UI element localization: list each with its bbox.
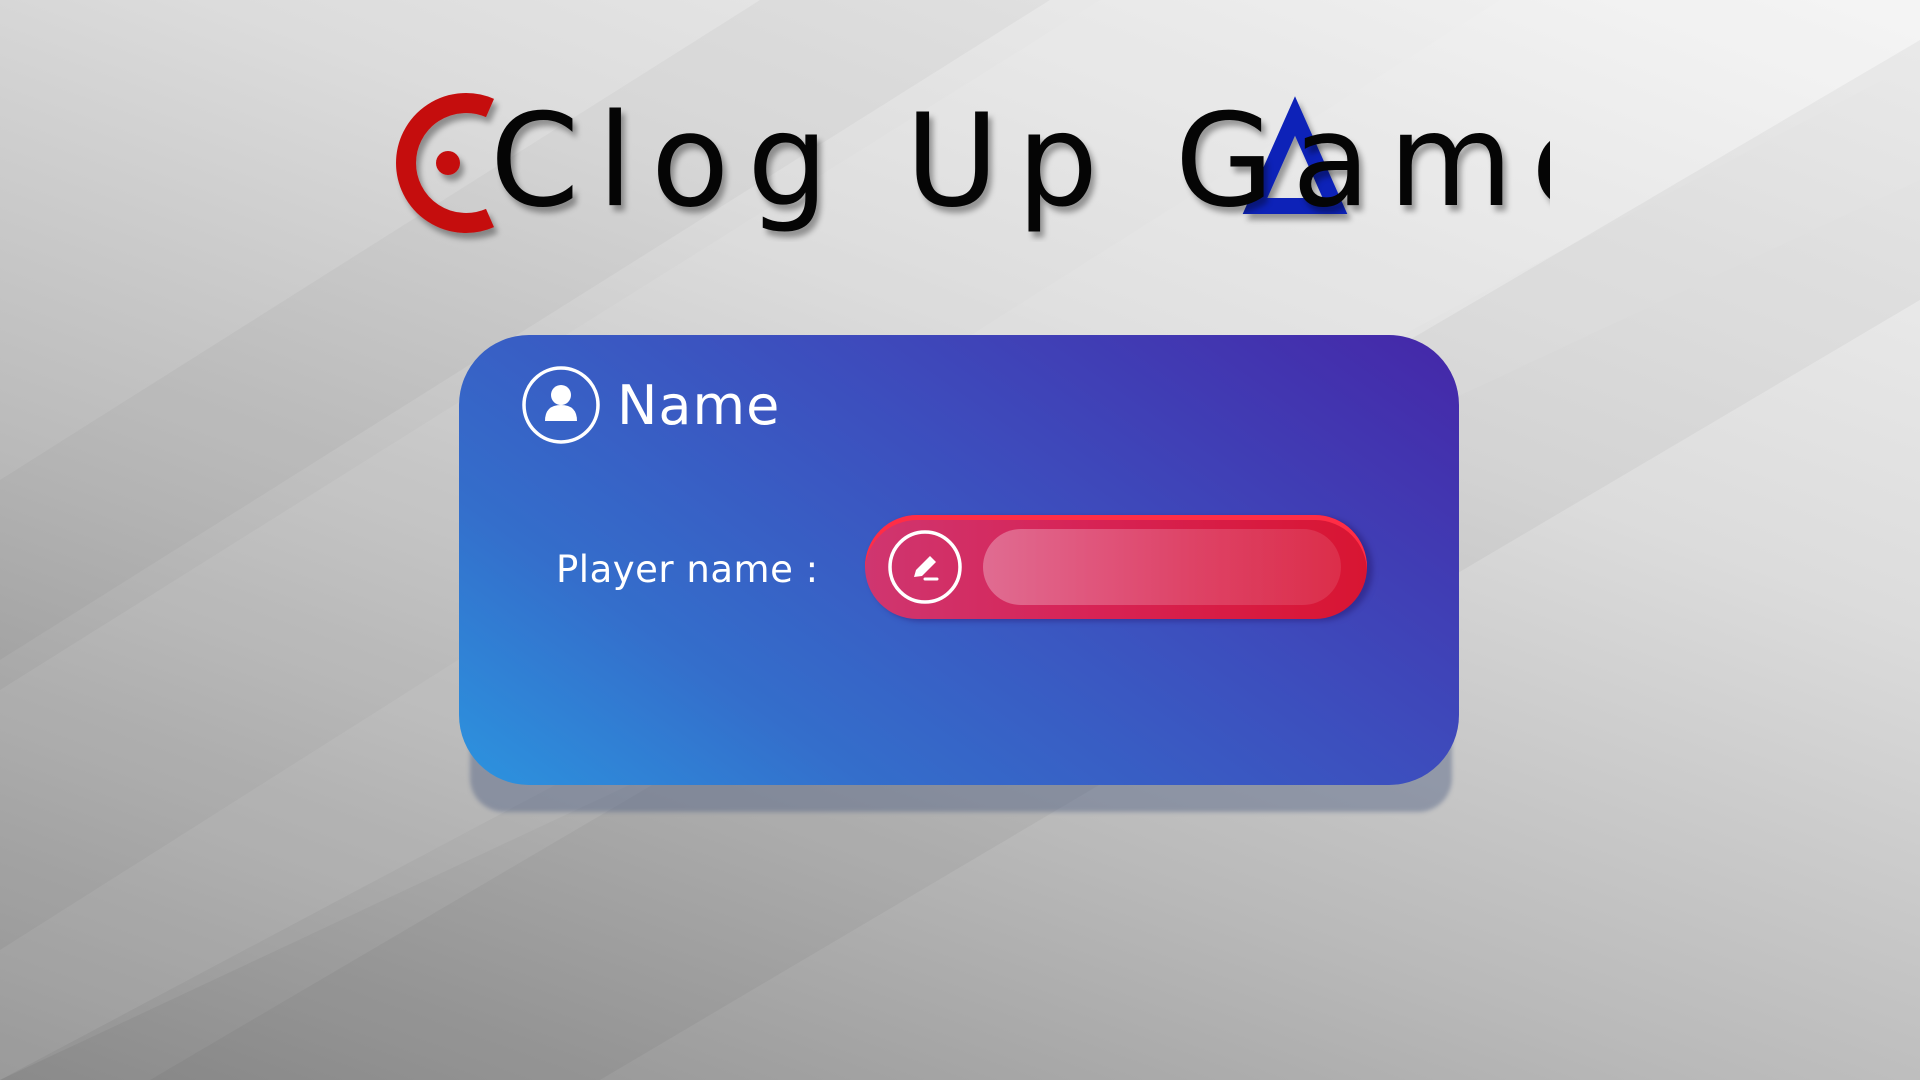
card-header: Name	[521, 365, 780, 445]
logo-red-dot	[436, 151, 460, 175]
user-circle-icon	[522, 366, 600, 444]
name-card: Name Player name :	[459, 335, 1459, 785]
player-name-label: Player name :	[556, 548, 819, 591]
pencil-edit-icon	[888, 530, 962, 604]
card-title: Name	[617, 373, 781, 437]
player-name-field[interactable]	[865, 515, 1367, 619]
game-logo: Clog Up Game	[370, 87, 1550, 248]
logo-title: Clog Up Game	[490, 87, 1550, 236]
player-name-input[interactable]	[983, 529, 1341, 605]
